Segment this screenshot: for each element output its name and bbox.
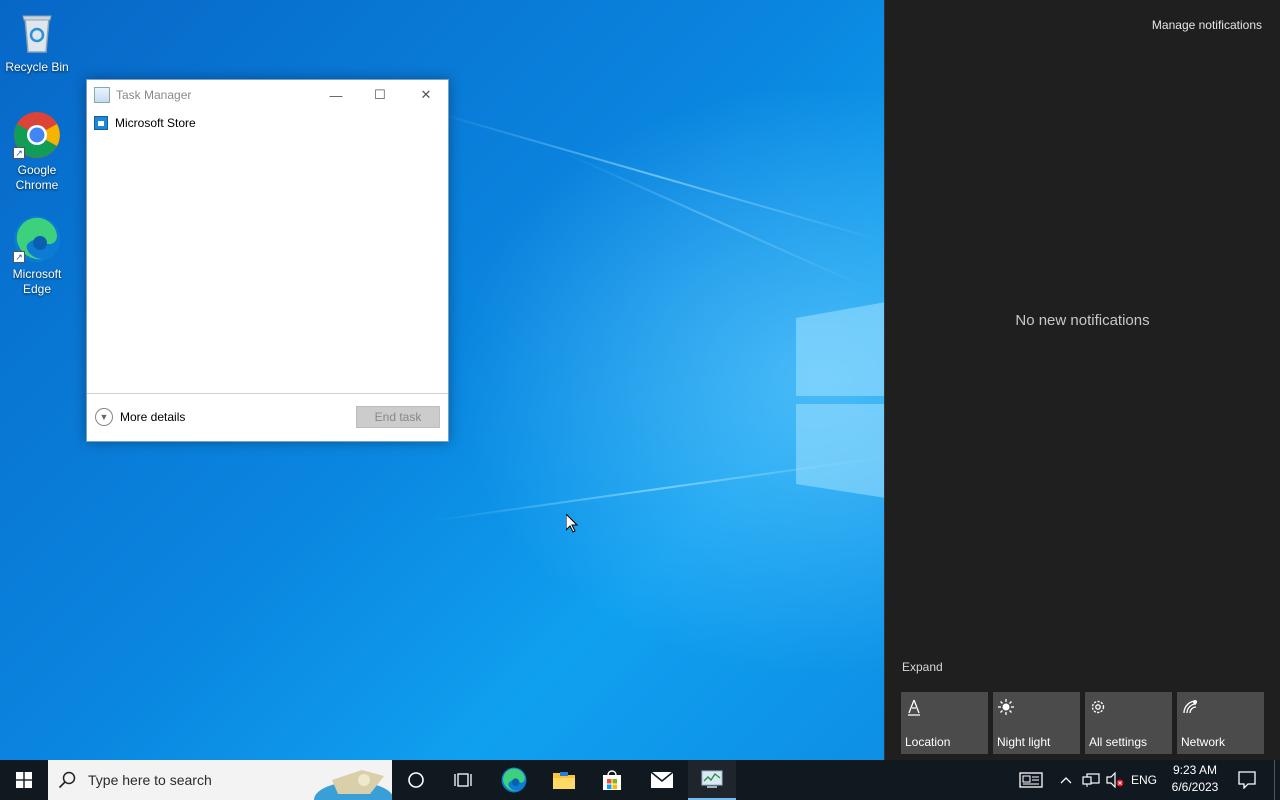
search-box[interactable]: Type here to search bbox=[48, 760, 392, 800]
search-highlight-art bbox=[314, 770, 392, 800]
recycle-bin-icon bbox=[13, 8, 61, 56]
edge-icon bbox=[501, 767, 527, 793]
app-name: Microsoft Store bbox=[115, 116, 196, 130]
app-list-item[interactable]: Microsoft Store bbox=[94, 116, 196, 130]
quick-action-label: Location bbox=[905, 735, 951, 749]
wallpaper-beam bbox=[559, 150, 872, 291]
taskbar-edge[interactable] bbox=[490, 760, 538, 800]
folder-icon bbox=[553, 772, 575, 789]
taskbar-file-explorer[interactable] bbox=[540, 760, 588, 800]
start-button[interactable] bbox=[0, 760, 48, 800]
network-icon bbox=[1182, 699, 1198, 719]
store-bag-icon bbox=[603, 770, 621, 790]
desktop-icon-label: Recycle Bin bbox=[5, 60, 69, 74]
volume-muted-icon bbox=[1106, 772, 1124, 788]
news-icon bbox=[1019, 772, 1043, 788]
maximize-button[interactable]: ☐ bbox=[357, 80, 403, 110]
clock[interactable]: 9:23 AM 6/6/2023 bbox=[1164, 762, 1226, 796]
action-center-panel: Manage notifications No new notification… bbox=[884, 0, 1280, 760]
volume-tray-button[interactable] bbox=[1104, 760, 1126, 800]
quick-action-label: All settings bbox=[1089, 735, 1148, 749]
windows-start-icon bbox=[16, 772, 32, 788]
location-icon bbox=[906, 699, 922, 721]
shortcut-arrow-icon: ↗ bbox=[13, 251, 25, 263]
expand-link[interactable]: Expand bbox=[902, 660, 943, 674]
quick-action-network[interactable]: Network bbox=[1177, 692, 1264, 754]
task-manager-icon bbox=[94, 87, 110, 103]
cortana-circle-icon bbox=[408, 772, 424, 788]
minimize-button[interactable]: — bbox=[313, 80, 359, 110]
no-notifications-text: No new notifications bbox=[1015, 312, 1150, 329]
edge-icon: ↗ bbox=[13, 215, 61, 263]
window-title: Task Manager bbox=[116, 88, 192, 102]
taskbar-task-manager[interactable] bbox=[688, 760, 736, 800]
title-bar[interactable]: Task Manager — ☐ ✕ bbox=[87, 80, 448, 110]
shortcut-arrow-icon: ↗ bbox=[13, 147, 25, 159]
taskbar-microsoft-store[interactable] bbox=[588, 760, 636, 800]
desktop-icon-label: Microsoft Edge bbox=[12, 267, 62, 296]
taskbar-cortana[interactable] bbox=[392, 760, 440, 800]
wallpaper-beam bbox=[429, 110, 883, 242]
mail-icon bbox=[650, 771, 674, 788]
language-indicator[interactable]: ENG bbox=[1128, 760, 1160, 800]
windows-logo-wallpaper bbox=[796, 302, 886, 498]
more-details-label: More details bbox=[120, 410, 186, 424]
quick-action-label: Network bbox=[1181, 735, 1226, 749]
night-light-icon bbox=[998, 699, 1014, 719]
news-widget-button[interactable] bbox=[1016, 760, 1046, 800]
action-center-button[interactable] bbox=[1230, 760, 1264, 800]
task-manager-icon bbox=[701, 770, 723, 788]
close-button[interactable]: ✕ bbox=[403, 80, 449, 110]
search-icon bbox=[58, 771, 76, 789]
notification-icon bbox=[1238, 771, 1256, 789]
show-hidden-icons-button[interactable] bbox=[1056, 760, 1076, 800]
chevron-up-icon bbox=[1060, 777, 1072, 784]
taskbar-mail[interactable] bbox=[638, 760, 686, 800]
task-view-icon bbox=[454, 773, 472, 787]
network-tray-button[interactable] bbox=[1080, 760, 1102, 800]
quick-action-label: Night light bbox=[997, 735, 1051, 749]
show-desktop-divider[interactable] bbox=[1274, 760, 1275, 800]
manage-notifications-link[interactable]: Manage notifications bbox=[1152, 18, 1262, 32]
task-manager-window[interactable]: Task Manager — ☐ ✕ Microsoft Store ▼ Mor… bbox=[86, 79, 449, 442]
chrome-icon: ↗ bbox=[13, 111, 61, 159]
taskbar: Type here to search ENG 9:23 AM 6/6/2023 bbox=[0, 760, 1280, 800]
desktop-icon-recycle-bin[interactable]: Recycle Bin bbox=[1, 8, 73, 75]
chevron-down-icon: ▼ bbox=[95, 408, 113, 426]
clock-date: 6/6/2023 bbox=[1171, 780, 1219, 794]
clock-time: 9:23 AM bbox=[1172, 763, 1218, 777]
desktop-icon-label: Google Chrome bbox=[15, 163, 59, 192]
desktop-icon-microsoft-edge[interactable]: ↗ Microsoft Edge bbox=[1, 215, 73, 297]
search-placeholder: Type here to search bbox=[88, 772, 212, 788]
quick-action-night-light[interactable]: Night light bbox=[993, 692, 1080, 754]
quick-action-all-settings[interactable]: All settings bbox=[1085, 692, 1172, 754]
desktop-icon-google-chrome[interactable]: ↗ Google Chrome bbox=[1, 111, 73, 193]
taskbar-task-view[interactable] bbox=[440, 760, 488, 800]
mouse-cursor-icon bbox=[566, 514, 578, 533]
end-task-button[interactable]: End task bbox=[356, 406, 440, 428]
store-icon bbox=[94, 116, 108, 130]
network-wired-icon bbox=[1082, 773, 1100, 787]
window-footer: ▼ More details End task bbox=[87, 393, 448, 441]
quick-actions: Location Night light All settings Networ… bbox=[901, 692, 1264, 754]
settings-gear-icon bbox=[1090, 699, 1106, 719]
quick-action-location[interactable]: Location bbox=[901, 692, 988, 754]
more-details-button[interactable]: ▼ More details bbox=[95, 408, 185, 426]
